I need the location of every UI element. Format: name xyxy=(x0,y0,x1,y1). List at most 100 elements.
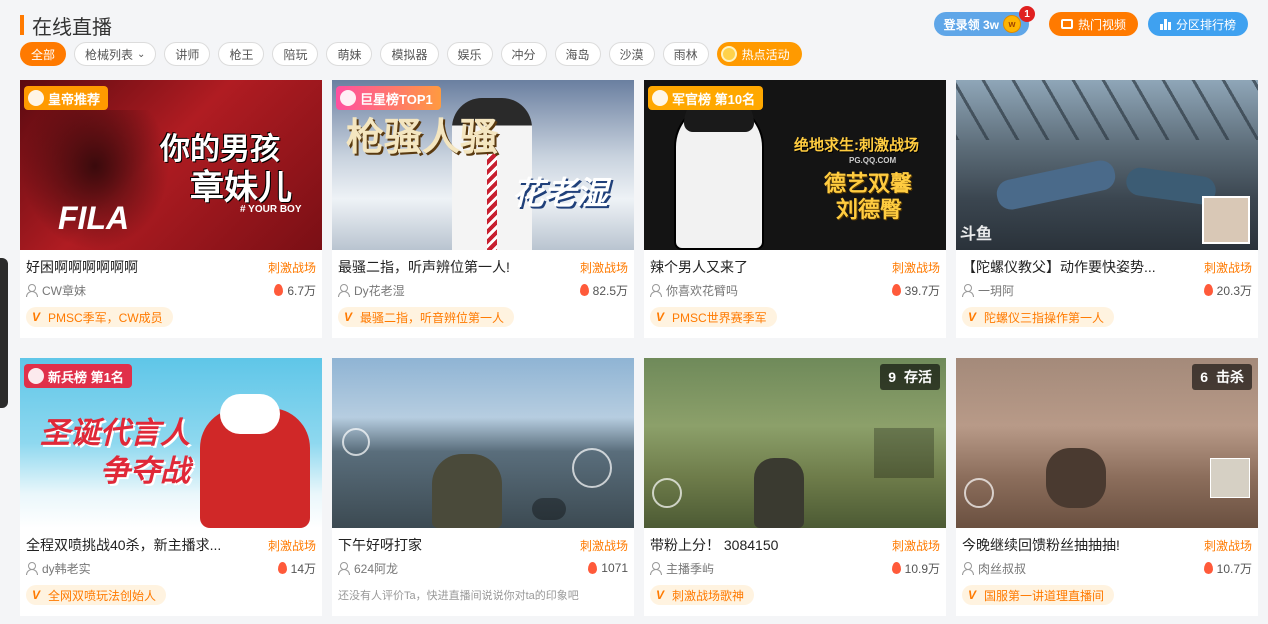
coin-icon: w xyxy=(1002,15,1021,33)
stream-card[interactable]: 9 存活 带粉上分！ 3084150 刺激战场 主播季屿 10.9万 V 刺激战场歌神 xyxy=(644,358,946,616)
heat-value: 14万 xyxy=(290,561,316,576)
category-link[interactable]: 刺激战场 xyxy=(1204,259,1252,276)
streamer[interactable]: 一玥阿 xyxy=(962,282,1014,299)
stream-card[interactable]: 枪骚人骚 花老湿 巨星榜TOP1 最骚二指，听声辨位第一人! 刺激战场 Dy花老湿… xyxy=(332,80,634,338)
v-icon: V xyxy=(344,310,353,324)
streamer[interactable]: 肉丝叔叔 xyxy=(962,560,1026,577)
category-link[interactable]: 刺激战场 xyxy=(892,537,940,554)
streamer[interactable]: 主播季屿 xyxy=(650,560,714,577)
category-link[interactable]: 刺激战场 xyxy=(580,537,628,554)
streamer-impression-tag: V 刺激战场歌神 xyxy=(650,585,755,605)
filter-chip-all[interactable]: 全部 xyxy=(20,42,67,66)
stream-card[interactable]: 斗鱼 【陀螺仪教父】动作要快姿势... 刺激战场 一玥阿 20.3万 V 陀螺仪三指操… xyxy=(956,80,1258,338)
login-reward-button[interactable]: 登录领 3w w 1 xyxy=(933,6,1035,36)
stream-card[interactable]: 圣诞代言人 争夺战 新兵榜 第1名 全程双喷挑战40杀，新主播求... 刺激战场 … xyxy=(20,358,322,616)
rank-tag: 皇帝推荐 xyxy=(24,86,109,110)
filter-chip[interactable]: 娱乐 xyxy=(446,42,493,66)
hot-activity-button[interactable]: 热点活动 xyxy=(716,42,802,66)
category-link[interactable]: 刺激战场 xyxy=(268,259,316,276)
impression-label: 最骚二指，听音辨位第一人 xyxy=(360,310,505,325)
section-header: 在线直播 xyxy=(20,10,112,40)
flame-icon xyxy=(891,284,901,296)
category-link[interactable]: 刺激战场 xyxy=(580,259,628,276)
filter-chip[interactable]: 沙漠 xyxy=(608,42,655,66)
filter-chip[interactable]: 模拟器 xyxy=(380,42,439,66)
heat: 82.5万 xyxy=(579,282,628,299)
streamer[interactable]: 你喜欢花臂吗 xyxy=(650,282,738,299)
hot-video-button[interactable]: 热门视频 xyxy=(1048,12,1138,36)
stream-thumbnail[interactable] xyxy=(332,358,634,528)
thumbnail-subtitle: PG.QQ.COM xyxy=(849,156,897,165)
category-link[interactable]: 刺激战场 xyxy=(1204,537,1252,554)
filter-chip[interactable]: 枪王 xyxy=(218,42,265,66)
filter-chip[interactable]: 雨林 xyxy=(662,42,709,66)
streamer[interactable]: 624阿龙 xyxy=(338,560,398,577)
stream-thumbnail[interactable]: 枪骚人骚 花老湿 巨星榜TOP1 xyxy=(332,80,634,250)
stream-card[interactable]: 你的男孩 章妹儿 # YOUR BOY FILA 皇帝推荐 好困啊啊啊啊啊啊 刺激… xyxy=(20,80,322,338)
video-icon xyxy=(1060,19,1073,29)
streamer[interactable]: dy韩老实 xyxy=(26,560,91,577)
stream-thumbnail[interactable]: 你的男孩 章妹儿 # YOUR BOY FILA 皇帝推荐 xyxy=(20,80,322,250)
heat-value: 6.7万 xyxy=(287,283,316,298)
thumbnail-subtitle: 花老湿 xyxy=(512,175,609,211)
user-icon xyxy=(962,284,974,297)
impression-label: PMSC世界赛季军 xyxy=(672,310,767,325)
thumbnail-title-line: 绝地求生:刺激战场 xyxy=(794,137,919,154)
flame-icon xyxy=(588,562,598,574)
filter-label: 讲师 xyxy=(175,47,200,62)
room-title[interactable]: 最骚二指，听声辨位第一人! xyxy=(338,257,510,277)
stream-thumbnail[interactable]: 6 击杀 xyxy=(956,358,1258,528)
side-panel-handle[interactable] xyxy=(0,258,8,408)
chevron-down-icon: ⌄ xyxy=(137,48,146,60)
rank-tag-label: 巨星榜TOP1 xyxy=(360,91,433,107)
counter-number: 6 xyxy=(1200,369,1208,385)
filter-chip[interactable]: 陪玩 xyxy=(272,42,319,66)
stream-thumbnail[interactable]: 绝地求生:刺激战场 PG.QQ.COM 德艺双馨 刘德臀 军官榜 第10名 xyxy=(644,80,946,250)
stream-thumbnail[interactable]: 9 存活 xyxy=(644,358,946,528)
room-title[interactable]: 带粉上分！ 3084150 xyxy=(650,535,778,555)
filter-label: 沙漠 xyxy=(619,47,644,62)
stream-card[interactable]: 6 击杀 今晚继续回馈粉丝抽抽抽! 刺激战场 肉丝叔叔 10.7万 V 国服第一讲道理直… xyxy=(956,358,1258,616)
rank-tag-label: 皇帝推荐 xyxy=(48,91,101,107)
impression-label: 全网双喷玩法创始人 xyxy=(48,588,157,603)
filter-chip[interactable]: 海岛 xyxy=(554,42,601,66)
category-link[interactable]: 刺激战场 xyxy=(268,537,316,554)
heat-value: 82.5万 xyxy=(592,283,628,298)
v-icon: V xyxy=(32,588,41,602)
streamer-name: 主播季屿 xyxy=(666,561,715,576)
filter-chip-gun-list[interactable]: 枪械列表 ⌄ xyxy=(74,42,157,66)
room-title[interactable]: 好困啊啊啊啊啊啊 xyxy=(26,257,138,277)
room-title[interactable]: 全程双喷挑战40杀，新主播求... xyxy=(26,535,221,555)
rank-button[interactable]: 分区排行榜 xyxy=(1147,12,1248,36)
bar-chart-icon xyxy=(1159,18,1171,30)
flame-icon xyxy=(1203,562,1213,574)
stream-thumbnail[interactable]: 斗鱼 xyxy=(956,80,1258,250)
streamer[interactable]: Dy花老湿 xyxy=(338,282,405,299)
clock-icon xyxy=(720,46,737,62)
stream-card[interactable]: 绝地求生:刺激战场 PG.QQ.COM 德艺双馨 刘德臀 军官榜 第10名 辣个… xyxy=(644,80,946,338)
streamer[interactable]: CW章妹 xyxy=(26,282,86,299)
heat-value: 10.7万 xyxy=(1216,561,1252,576)
room-title[interactable]: 辣个男人又来了 xyxy=(650,257,748,277)
v-icon: V xyxy=(656,310,665,324)
counter-label: 击杀 xyxy=(1216,369,1244,385)
room-title[interactable]: 下午好呀打家 xyxy=(338,535,422,555)
platform-watermark: 斗鱼 xyxy=(960,226,993,243)
thumbnail-title-line: 章妹儿 xyxy=(190,169,292,207)
flame-icon xyxy=(1203,284,1213,296)
impression-label: PMSC季军，CW成员 xyxy=(48,310,163,325)
room-title[interactable]: 今晚继续回馈粉丝抽抽抽! xyxy=(962,535,1120,555)
v-icon: V xyxy=(32,310,41,324)
thumbnail-brand: FILA xyxy=(58,200,130,236)
filter-chip[interactable]: 讲师 xyxy=(164,42,211,66)
filter-chip[interactable]: 冲分 xyxy=(500,42,547,66)
category-link[interactable]: 刺激战场 xyxy=(892,259,940,276)
user-icon xyxy=(338,562,350,575)
filter-label: 枪械列表 xyxy=(85,47,134,62)
room-title[interactable]: 【陀螺仪教父】动作要快姿势... xyxy=(962,257,1156,277)
user-icon xyxy=(650,284,662,297)
filter-chip[interactable]: 萌妹 xyxy=(326,42,373,66)
stream-thumbnail[interactable]: 圣诞代言人 争夺战 新兵榜 第1名 xyxy=(20,358,322,528)
streamer-name: Dy花老湿 xyxy=(354,283,405,298)
stream-card[interactable]: 下午好呀打家 刺激战场 624阿龙 1071 还没有人评价Ta，快进直播间说说你对t… xyxy=(332,358,634,616)
